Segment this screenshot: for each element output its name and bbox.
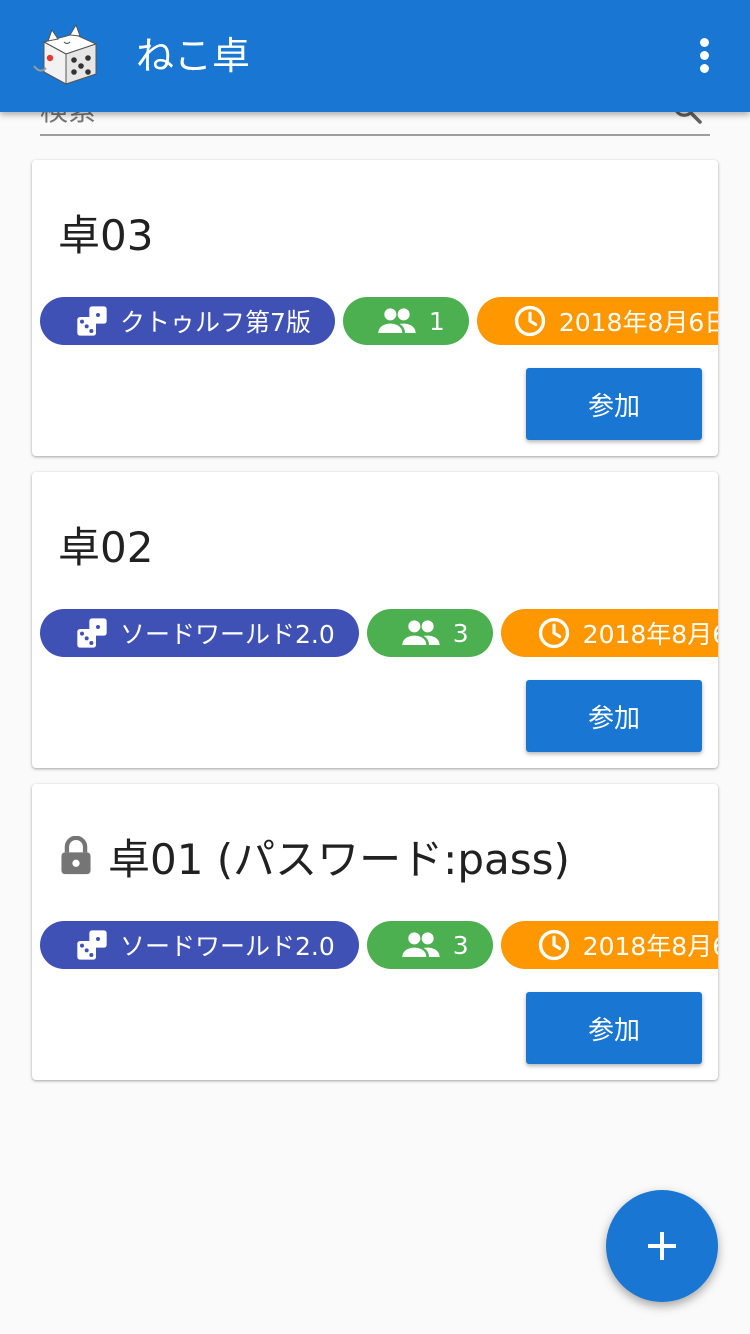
add-room-fab[interactable] xyxy=(606,1190,718,1302)
app-title: ねこ卓 xyxy=(136,34,251,78)
system-chip: ソードワールド2.0 xyxy=(40,609,359,657)
room-card: 卓03 クトゥルフ第7版 1 2018年8月6日 参加 xyxy=(32,160,718,456)
date-chip-label: 2018年8月6日 xyxy=(558,308,718,337)
clock-icon xyxy=(538,617,569,649)
page: ねこ卓 卓03 クトゥルフ第7版 xyxy=(0,0,750,1334)
room-title: 卓01 (パスワード:pass) xyxy=(58,826,570,886)
room-title-text: 卓03 xyxy=(58,210,154,260)
people-icon xyxy=(402,932,440,957)
players-chip-count: 3 xyxy=(452,618,469,648)
join-button[interactable]: 参加 xyxy=(526,992,702,1064)
room-title: 卓03 xyxy=(58,202,153,262)
app-bar: ねこ卓 xyxy=(0,0,750,112)
system-chip: クトゥルフ第7版 xyxy=(40,297,335,345)
players-chip-count: 1 xyxy=(428,306,445,336)
room-card: 卓02 ソードワールド2.0 3 2018年8月 参加 xyxy=(32,472,718,768)
join-button[interactable]: 参加 xyxy=(526,680,702,752)
people-icon xyxy=(378,308,416,333)
room-card: 卓01 (パスワード:pass) ソードワールド2.0 3 2018年8月 参加 xyxy=(32,784,718,1080)
date-chip-label: 2018年8月6日 xyxy=(582,932,718,961)
dice-icon xyxy=(77,306,107,336)
lock-icon xyxy=(61,836,91,875)
more-vert-icon[interactable] xyxy=(698,38,710,74)
dice-icon xyxy=(77,930,107,960)
players-chip: 1 xyxy=(342,297,469,345)
date-chip-label: 2018年8月6日 xyxy=(582,620,718,649)
room-title: 卓02 xyxy=(58,514,153,574)
join-button[interactable]: 参加 xyxy=(526,368,702,440)
players-chip: 3 xyxy=(366,921,493,969)
clock-icon xyxy=(538,929,569,961)
room-chips: クトゥルフ第7版 1 2018年8月6日 xyxy=(40,297,718,345)
date-chip: 2018年8月6日 xyxy=(500,921,718,969)
players-chip: 3 xyxy=(366,609,493,657)
room-chips: ソードワールド2.0 3 2018年8月6日 xyxy=(40,921,718,969)
room-title-text: 卓01 (パスワード:pass) xyxy=(108,834,570,884)
players-chip-count: 3 xyxy=(452,930,469,960)
system-chip-label: ソードワールド2.0 xyxy=(120,932,335,961)
add-icon xyxy=(648,1232,676,1260)
system-chip-label: ソードワールド2.0 xyxy=(120,620,335,649)
system-chip: ソードワールド2.0 xyxy=(40,921,359,969)
date-chip: 2018年8月6日 xyxy=(500,609,718,657)
date-chip: 2018年8月6日 xyxy=(476,297,718,345)
room-title-text: 卓02 xyxy=(58,522,154,572)
system-chip-label: クトゥルフ第7版 xyxy=(120,308,311,337)
cat-dice-logo xyxy=(33,23,98,85)
dice-icon xyxy=(77,618,107,648)
clock-icon xyxy=(514,305,545,337)
people-icon xyxy=(402,620,440,645)
room-chips: ソードワールド2.0 3 2018年8月6日 xyxy=(40,609,718,657)
